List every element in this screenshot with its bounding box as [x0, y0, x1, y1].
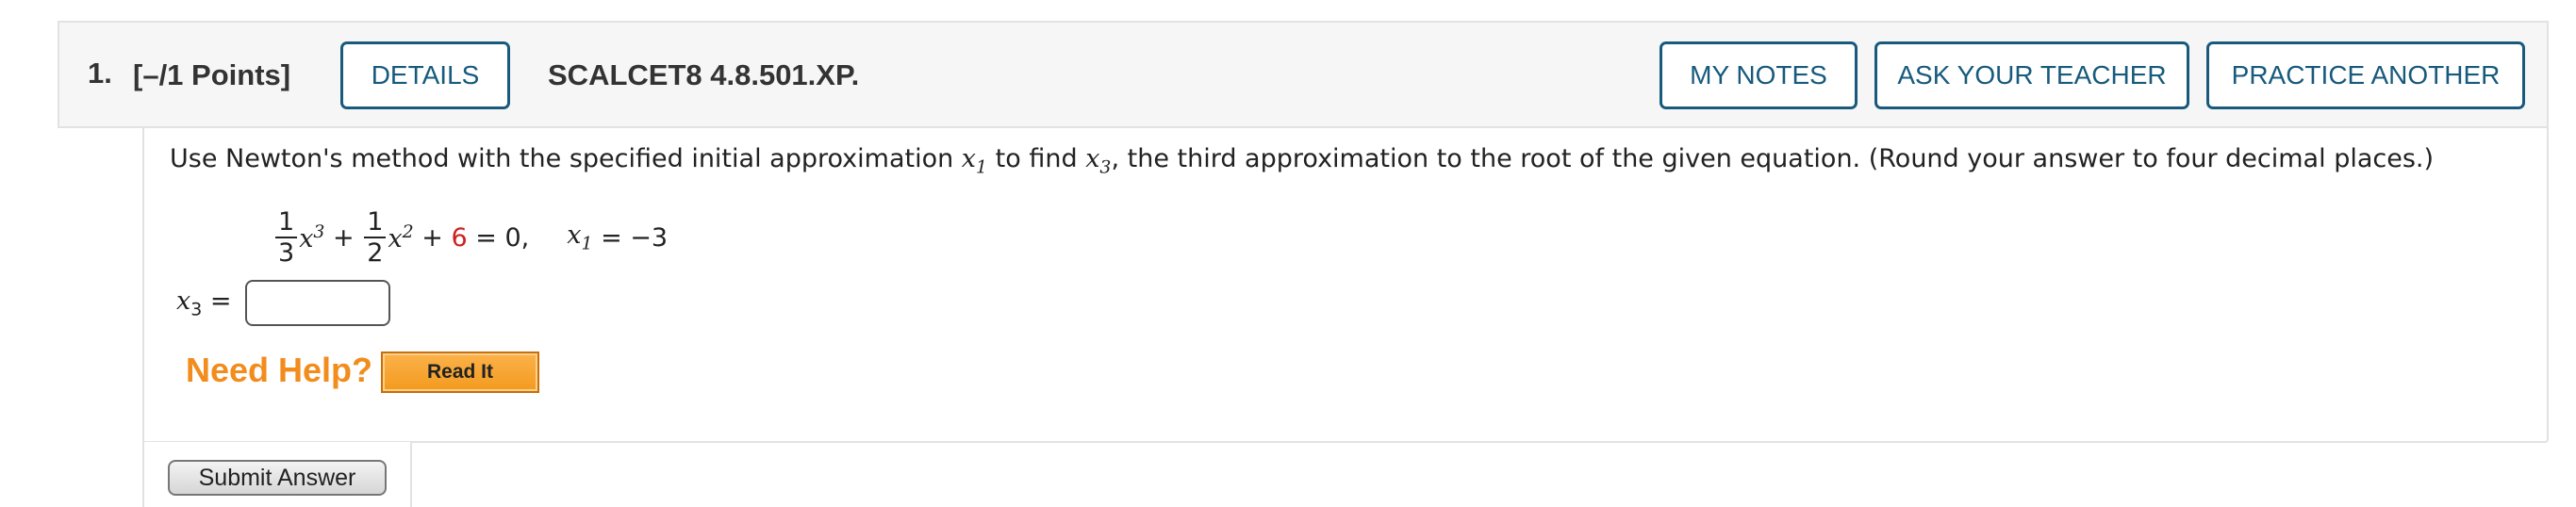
prompt-var-x1: x1: [961, 144, 988, 178]
prompt-text-2: to find: [987, 144, 1086, 173]
equation-equals: = 0,: [467, 222, 530, 253]
initial-approx-value: = −3: [592, 222, 669, 253]
question-prompt: Use Newton's method with the specified i…: [170, 144, 2434, 177]
body-border-gap: [144, 442, 410, 446]
question-points: [–/1 Points]: [133, 58, 291, 91]
fraction-one-third: 13: [275, 209, 298, 266]
need-help-label: Need Help?: [186, 351, 373, 389]
prompt-var-x3: x3: [1085, 144, 1112, 178]
equation-term-x-cubed: x3: [299, 221, 325, 254]
ask-your-teacher-button[interactable]: ASK YOUR TEACHER: [1874, 41, 2189, 109]
equation-constant: 6: [451, 222, 468, 253]
read-it-button[interactable]: Read It: [381, 352, 539, 393]
equation: 13 x3 + 12 x2 + 6 = 0, x1 = −3: [273, 200, 668, 275]
practice-another-button[interactable]: PRACTICE ANOTHER: [2206, 41, 2525, 109]
question-number: 1.: [88, 57, 112, 90]
answer-label: x3 =: [176, 286, 232, 320]
question-header: 1. [–/1 Points] DETAILS SCALCET8 4.8.501…: [58, 21, 2549, 128]
my-notes-button[interactable]: MY NOTES: [1660, 41, 1858, 109]
initial-approx-var: x1: [567, 221, 593, 254]
fraction-one-half: 12: [364, 209, 387, 266]
details-button[interactable]: DETAILS: [340, 41, 510, 109]
prompt-text-3: , the third approximation to the root of…: [1111, 144, 2435, 173]
submit-answer-button[interactable]: Submit Answer: [168, 460, 387, 496]
equation-plus-2: +: [413, 222, 452, 253]
question-code: SCALCET8 4.8.501.XP.: [548, 58, 860, 91]
equation-term-x-squared: x2: [388, 221, 414, 254]
prompt-text-1: Use Newton's method with the specified i…: [170, 144, 962, 173]
equation-plus-1: +: [324, 222, 363, 253]
submit-divider: [410, 441, 412, 507]
answer-input[interactable]: [245, 280, 390, 326]
body-left-border: [142, 443, 144, 507]
